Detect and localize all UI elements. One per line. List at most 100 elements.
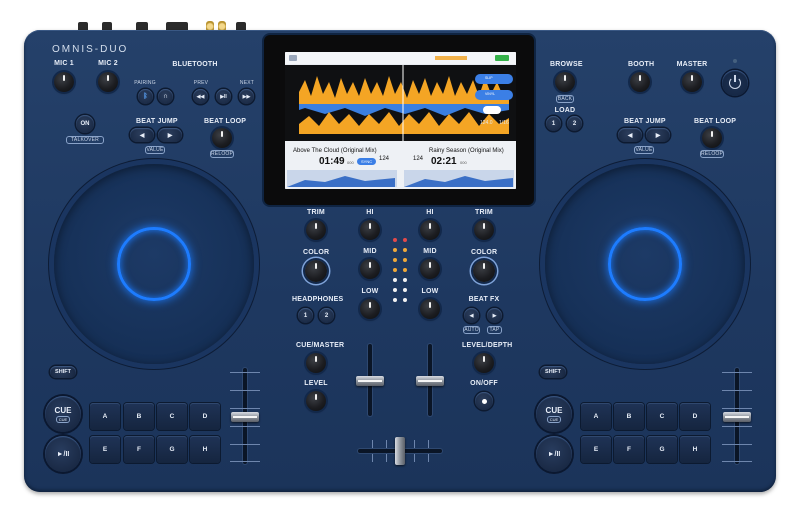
pad-e-right[interactable]: E <box>581 436 611 463</box>
booth-knob[interactable] <box>630 72 650 92</box>
mic2-knob[interactable] <box>98 72 118 92</box>
cue-master-knob[interactable] <box>306 353 326 373</box>
hi-knob-2[interactable] <box>420 220 440 240</box>
headphone-cue-1[interactable]: 1 <box>298 308 313 323</box>
pitch-fader-left[interactable] <box>231 412 259 422</box>
pad-h-left[interactable]: H <box>190 436 220 463</box>
vu-led <box>403 248 407 252</box>
mic1-knob[interactable] <box>54 72 74 92</box>
beat-loop-knob-right[interactable] <box>702 128 722 148</box>
power-button[interactable] <box>722 70 748 96</box>
mid-knob-1[interactable] <box>360 259 380 279</box>
fx-on-off-button[interactable] <box>475 392 493 410</box>
headphone-level-knob[interactable] <box>306 391 326 411</box>
vu-led <box>403 298 407 302</box>
bt-next-button[interactable]: ▶▶ <box>239 89 254 104</box>
beat-fx-prev-button[interactable]: ◀ <box>464 308 479 323</box>
low-knob-1[interactable] <box>360 299 380 319</box>
beat-jump-value-left: VALUE <box>145 146 165 154</box>
arrow-right-icon: ▶ <box>167 132 173 139</box>
mid-knob-2[interactable] <box>420 259 440 279</box>
vu-led <box>393 248 397 252</box>
pitch-fader-right[interactable] <box>723 412 751 422</box>
pad-f-right[interactable]: F <box>614 436 644 463</box>
talkover-label: TALKOVER <box>66 136 104 144</box>
pad-c-right[interactable]: C <box>647 403 677 430</box>
pad-d-left[interactable]: D <box>190 403 220 430</box>
pad-b-right[interactable]: B <box>614 403 644 430</box>
pitch-tick <box>722 408 752 409</box>
vu-led <box>393 288 397 292</box>
load-1-button[interactable]: 1 <box>546 116 561 131</box>
vu-led <box>403 288 407 292</box>
cue-master-label: CUE/MASTER <box>296 342 345 349</box>
pad-d-right[interactable]: D <box>680 403 710 430</box>
vu-led <box>393 238 397 242</box>
pitch-tick <box>230 372 260 373</box>
pad-b-left[interactable]: B <box>124 403 154 430</box>
low-label-2: LOW <box>421 288 439 295</box>
cue-button-left[interactable]: CUE CUE <box>45 396 81 432</box>
play-button-left[interactable]: ►/II <box>45 436 81 472</box>
master-knob[interactable] <box>682 72 702 92</box>
mid-label-1: MID <box>363 248 377 255</box>
deck1-sync[interactable]: SYNC <box>357 158 377 165</box>
back-label: BACK <box>556 95 574 103</box>
reloop-label-right: RELOOP <box>700 150 724 158</box>
channel-fader-2[interactable] <box>416 376 444 386</box>
auto-label: AUTO <box>463 326 480 334</box>
trim-knob-1[interactable] <box>306 220 326 240</box>
headphones-label: HEADPHONES <box>292 296 344 303</box>
browse-knob[interactable] <box>555 72 575 92</box>
bt-play-button[interactable]: ▶II <box>216 89 231 104</box>
arrow-left-icon: ◀ <box>139 132 145 139</box>
pitch-tick <box>722 372 752 373</box>
power-led <box>733 59 737 63</box>
low-knob-2[interactable] <box>420 299 440 319</box>
pad-h-right[interactable]: H <box>680 436 710 463</box>
deck1-title: Above The Cloud (Original Mix) <box>293 148 377 154</box>
bluetooth-icon: ᛒ <box>143 93 148 100</box>
channel-fader-1[interactable] <box>356 376 384 386</box>
color-knob-2[interactable] <box>473 260 495 282</box>
beat-jump-back-left[interactable]: ◀ <box>130 128 154 142</box>
pad-g-right[interactable]: G <box>647 436 677 463</box>
hi-knob-1[interactable] <box>360 220 380 240</box>
cue-label-right: CUE <box>545 405 563 415</box>
shift-button-left[interactable]: SHIFT <box>50 366 76 378</box>
pad-a-left[interactable]: A <box>90 403 120 430</box>
pad-c-left[interactable]: C <box>157 403 187 430</box>
slip-button[interactable]: SLIP <box>485 76 493 80</box>
beat-fx-next-button[interactable]: ▶ <box>487 308 502 323</box>
crossfader[interactable] <box>395 437 405 465</box>
play-button-right[interactable]: ►/II <box>536 436 572 472</box>
play-pause-icon: ▶II <box>220 93 227 100</box>
level-depth-knob[interactable] <box>474 353 494 373</box>
talkover-on-button[interactable]: ON <box>76 115 94 133</box>
bt-prev-button[interactable]: ◀◀ <box>193 89 208 104</box>
pad-g-left[interactable]: G <box>157 436 187 463</box>
beat-loop-knob-left[interactable] <box>212 128 232 148</box>
beat-jump-back-right[interactable]: ◀ <box>618 128 642 142</box>
reloop-label-left: RELOOP <box>210 150 234 158</box>
loop-value-a: 124.0 <box>480 120 493 126</box>
hi-label-1: HI <box>366 209 374 216</box>
beat-jump-fwd-right[interactable]: ▶ <box>646 128 670 142</box>
pad-a-right[interactable]: A <box>581 403 611 430</box>
shift-button-right[interactable]: SHIFT <box>540 366 566 378</box>
cue-button-right[interactable]: CUE CUE <box>536 396 572 432</box>
bt-headphone-button[interactable]: ∩ <box>158 89 173 104</box>
vinyl-button[interactable]: VINYL <box>485 92 495 96</box>
pad-f-left[interactable]: F <box>124 436 154 463</box>
dot-icon <box>481 398 487 404</box>
pad-e-left[interactable]: E <box>90 436 120 463</box>
trim-knob-2[interactable] <box>474 220 494 240</box>
color-knob-1[interactable] <box>305 260 327 282</box>
beat-jump-fwd-left[interactable]: ▶ <box>158 128 182 142</box>
headphone-cue-2[interactable]: 2 <box>319 308 334 323</box>
level-depth-label: LEVEL/DEPTH <box>462 342 513 349</box>
bt-pairing-button[interactable]: ᛒ <box>138 89 153 104</box>
load-2-button[interactable]: 2 <box>567 116 582 131</box>
play-pause-label-right: ►/II <box>547 450 561 458</box>
beat-loop-label-left: BEAT LOOP <box>204 118 247 125</box>
